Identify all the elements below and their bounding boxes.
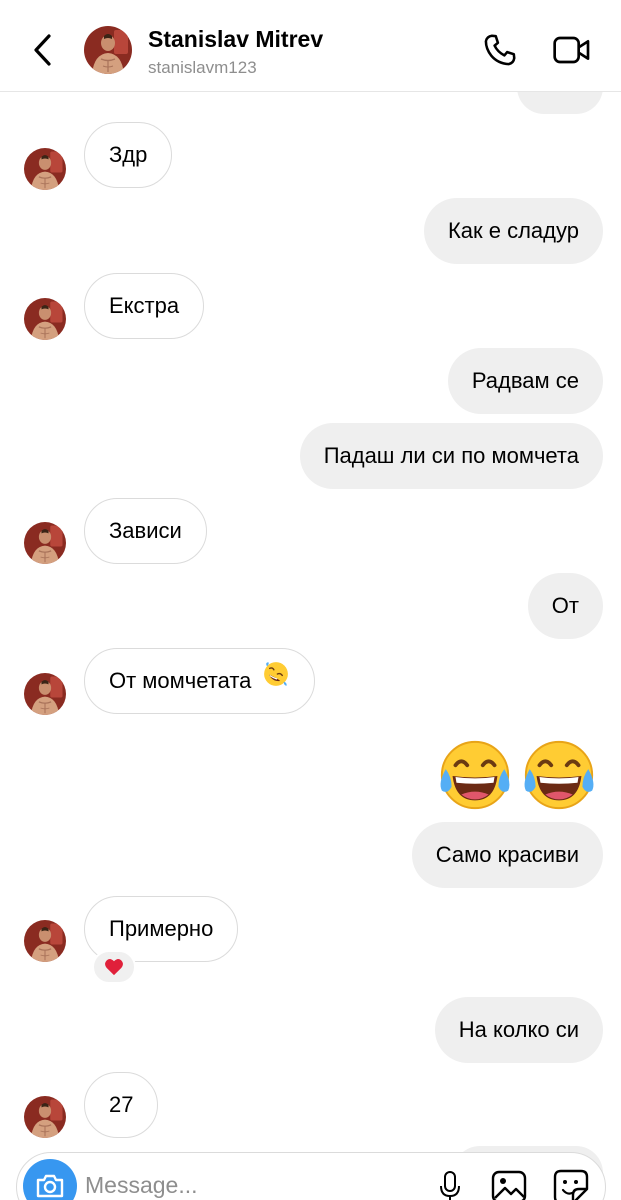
chat-header: Stanislav Mitrev stanislavm123 — [0, 0, 621, 92]
contact-name[interactable]: Stanislav Mitrev — [148, 26, 323, 53]
message-thread[interactable]: Здр Как е сладур Екстра Радвам се Падаш … — [0, 0, 621, 1200]
rolling-laughing-emoji-icon — [262, 649, 290, 712]
tears-of-joy-emoji-icon[interactable] — [520, 736, 598, 814]
video-call-button[interactable] — [550, 30, 594, 70]
outgoing-message[interactable]: Как е сладур — [423, 198, 603, 264]
outgoing-message[interactable]: От — [527, 573, 603, 639]
voice-message-button[interactable] — [435, 1167, 465, 1200]
incoming-message[interactable]: 27 — [84, 1072, 159, 1138]
microphone-icon — [440, 1171, 460, 1200]
back-button[interactable] — [26, 30, 58, 70]
sender-avatar[interactable] — [24, 148, 66, 190]
avatar[interactable] — [84, 26, 132, 74]
camera-button[interactable] — [23, 1159, 77, 1200]
sender-avatar[interactable] — [24, 920, 66, 962]
sender-avatar[interactable] — [24, 1096, 66, 1138]
outgoing-message[interactable]: Само красиви — [411, 822, 603, 888]
message-input[interactable] — [85, 1165, 415, 1200]
message-composer — [16, 1152, 606, 1200]
voice-call-button[interactable] — [480, 30, 520, 70]
camera-icon — [36, 1174, 64, 1198]
phone-icon — [484, 34, 516, 66]
outgoing-message[interactable]: Радвам се — [447, 348, 603, 414]
contact-username: stanislavm123 — [148, 58, 257, 77]
heart-icon — [105, 959, 123, 976]
sender-avatar[interactable] — [24, 522, 66, 564]
sender-avatar[interactable] — [24, 673, 66, 715]
outgoing-message[interactable]: На колко си — [434, 997, 603, 1063]
sender-avatar[interactable] — [24, 298, 66, 340]
image-icon — [491, 1170, 527, 1200]
sticker-button[interactable] — [551, 1167, 591, 1200]
video-camera-icon — [553, 36, 590, 64]
incoming-message[interactable]: От момчетата — [84, 648, 315, 714]
sticker-icon — [553, 1169, 589, 1200]
chevron-left-icon — [34, 34, 51, 66]
heart-reaction-badge[interactable] — [92, 950, 136, 984]
incoming-message[interactable]: Екстра — [84, 273, 205, 339]
incoming-message[interactable]: Зависи — [84, 498, 207, 564]
gallery-button[interactable] — [489, 1167, 529, 1200]
message-text: От момчетата — [109, 668, 252, 693]
outgoing-message[interactable]: Падаш ли си по момчета — [299, 423, 603, 489]
incoming-message[interactable]: Здр — [84, 122, 173, 188]
tears-of-joy-emoji-icon[interactable] — [436, 736, 514, 814]
